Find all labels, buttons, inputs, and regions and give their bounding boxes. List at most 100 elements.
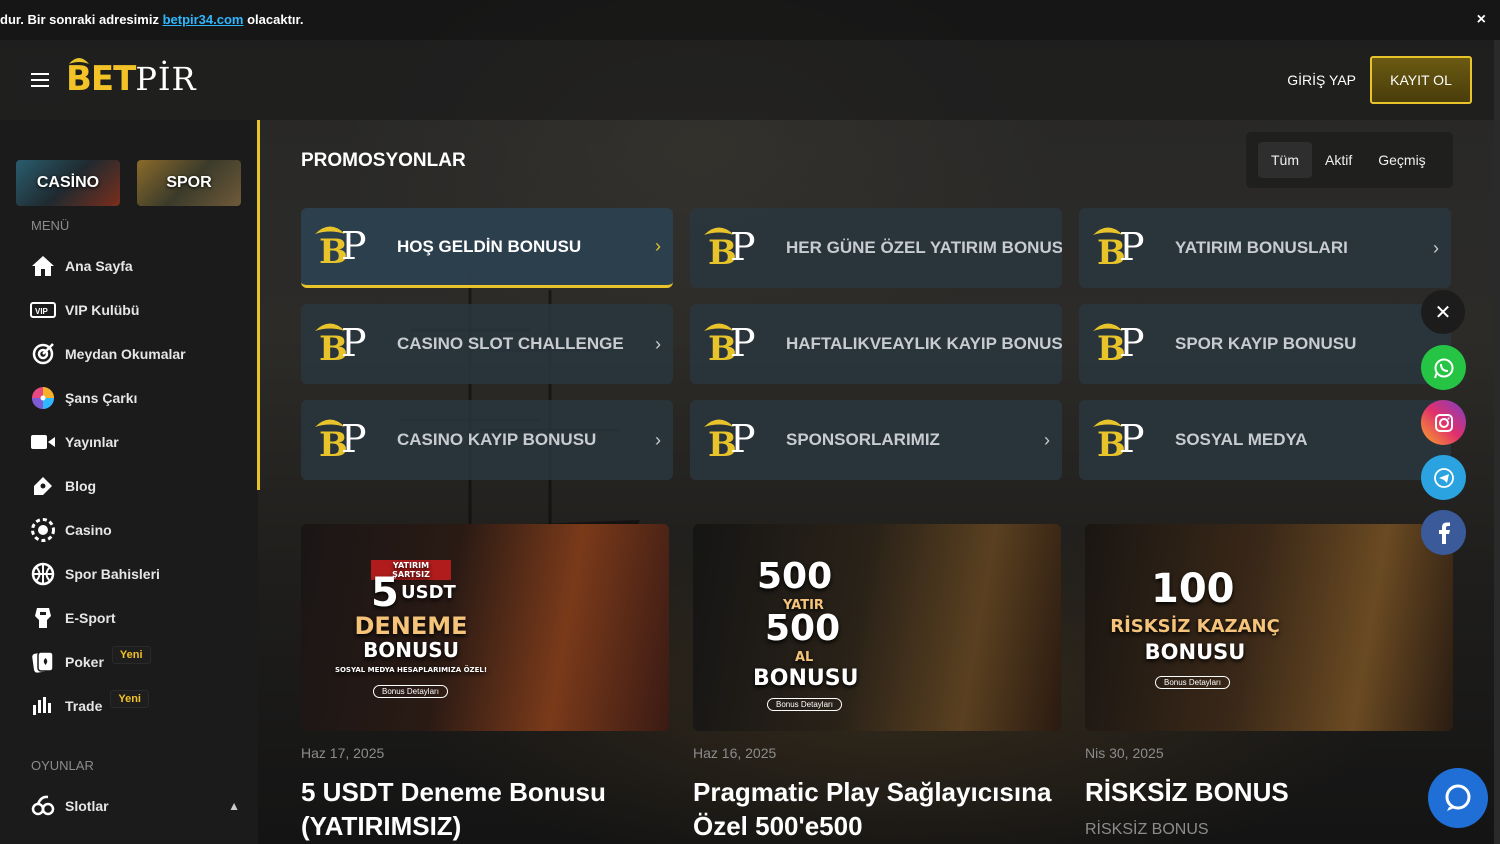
spor-tile-label: SPOR bbox=[166, 174, 212, 191]
sidebar-item-label: Blog bbox=[65, 478, 97, 494]
card-subtitle: RİSKSİZ BONUS bbox=[1085, 821, 1209, 838]
chevron-right-icon: › bbox=[1044, 429, 1050, 450]
promo-casino-slot-challenge[interactable]: BP CASINO SLOT CHALLENGE › bbox=[301, 304, 673, 384]
chevron-up-icon[interactable]: ▲ bbox=[228, 799, 240, 813]
bp-logo-icon: BP bbox=[313, 319, 383, 369]
promo-sponsorlarimiz[interactable]: BP SPONSORLARIMIZ › bbox=[690, 400, 1062, 480]
sidebar-item-blog[interactable]: Blog bbox=[30, 469, 240, 503]
sidebar-item-label: Spor Bahisleri bbox=[65, 566, 160, 582]
sidebar-item-trade[interactable]: Trade Yeni bbox=[30, 689, 240, 723]
chat-icon bbox=[1445, 784, 1471, 811]
sidebar-item-spor-bahisleri[interactable]: Spor Bahisleri bbox=[30, 557, 240, 591]
filter-aktif[interactable]: Aktif bbox=[1312, 142, 1365, 178]
promo-label: CASINO SLOT CHALLENGE bbox=[397, 334, 624, 353]
card-image-unit: USDT bbox=[401, 582, 456, 603]
bonus-card-image[interactable]: YATIRIM ŞARTSIZ 5 USDT DENEME BONUSU SOS… bbox=[301, 524, 669, 731]
promo-yatirim-bonuslari[interactable]: BP YATIRIM BONUSLARI › bbox=[1079, 208, 1451, 288]
register-button[interactable]: KAYIT OL bbox=[1370, 56, 1472, 104]
notice-text-after: olacaktır. bbox=[243, 12, 304, 27]
slot-icon bbox=[30, 793, 56, 819]
instagram-button[interactable] bbox=[1421, 400, 1466, 445]
promo-hos-geldin-bonusu[interactable]: BP HOŞ GELDİN BONUSU › bbox=[301, 208, 673, 288]
whatsapp-button[interactable] bbox=[1421, 345, 1466, 390]
bonus-card-image[interactable]: 500 YATIR 500 AL BONUSU Bonus Detayları bbox=[693, 524, 1061, 731]
bonus-details-button[interactable]: Bonus Detayları bbox=[1155, 676, 1230, 689]
bonus-details-button[interactable]: Bonus Detayları bbox=[373, 685, 448, 698]
page-title: PROMOSYONLAR bbox=[301, 150, 466, 171]
promo-label: YATIRIM BONUSLARI bbox=[1175, 238, 1348, 257]
trade-icon bbox=[30, 693, 56, 719]
bonus-card-image[interactable]: 100 RİSKSİZ KAZANÇ BONUSU Bonus Detaylar… bbox=[1085, 524, 1453, 731]
sidebar-item-ana-sayfa[interactable]: Ana Sayfa bbox=[30, 249, 240, 283]
games-section-label: OYUNLAR bbox=[31, 758, 94, 773]
notice-link[interactable]: betpir34.com bbox=[163, 12, 244, 27]
promo-sosyal-medya[interactable]: BP SOSYAL MEDYA bbox=[1079, 400, 1451, 480]
card-image-big-number: 5 bbox=[371, 570, 399, 616]
promo-label: CASINO KAYIP BONUSU bbox=[397, 430, 597, 449]
chevron-right-icon: › bbox=[655, 333, 661, 354]
sidebar-item-sans-carki[interactable]: Şans Çarkı bbox=[30, 381, 240, 415]
promo-her-gune-ozel[interactable]: BP HER GÜNE ÖZEL YATIRIM BONUSU bbox=[690, 208, 1062, 288]
promo-haftalik-aylik-kayip[interactable]: BP HAFTALIKVEAYLIK KAYIP BONUSU bbox=[690, 304, 1062, 384]
live-chat-button[interactable] bbox=[1428, 768, 1488, 828]
sidebar-item-poker[interactable]: Poker Yeni bbox=[30, 645, 240, 679]
sidebar-item-e-sport[interactable]: E-Sport bbox=[30, 601, 240, 635]
sidebar-item-label: Meydan Okumalar bbox=[65, 346, 186, 362]
social-close-button[interactable]: ✕ bbox=[1421, 290, 1465, 334]
blog-icon bbox=[30, 473, 56, 499]
bp-logo-icon: BP bbox=[702, 319, 772, 369]
casino-tile[interactable]: CASİNO bbox=[16, 160, 120, 206]
promo-filter-group: Tüm Aktif Geçmiş bbox=[1246, 132, 1453, 188]
wheel-icon bbox=[30, 385, 56, 411]
new-badge: Yeni bbox=[111, 646, 151, 664]
video-icon bbox=[30, 429, 56, 455]
sidebar-item-yayinlar[interactable]: Yayınlar bbox=[30, 425, 240, 459]
notice-bar: dur. Bir sonraki adresimiz betpir34.com … bbox=[0, 0, 1500, 40]
card-title[interactable]: Pragmatic Play Sağlayıcısına Özel 500'e5… bbox=[693, 775, 1063, 843]
card-date: Haz 16, 2025 bbox=[693, 745, 777, 761]
card-image-line: BONUSU bbox=[753, 666, 859, 691]
new-badge: Yeni bbox=[110, 690, 149, 708]
sidebar-item-vip[interactable]: VIP VIP Kulübü bbox=[30, 293, 240, 327]
telegram-button[interactable] bbox=[1421, 455, 1466, 500]
card-image-big2: 500 bbox=[765, 608, 841, 649]
card-image-big-number: 100 bbox=[1151, 566, 1235, 612]
logo[interactable]: BET PİR bbox=[66, 54, 197, 104]
page-scrollbar[interactable] bbox=[1494, 40, 1500, 844]
card-image-big1: 500 bbox=[757, 556, 833, 597]
card-date: Haz 17, 2025 bbox=[301, 745, 385, 761]
card-title[interactable]: 5 USDT Deneme Bonusu (YATIRIMSIZ) bbox=[301, 775, 671, 843]
promo-label: HER GÜNE ÖZEL YATIRIM BONUSU bbox=[786, 238, 1062, 257]
chevron-right-icon: › bbox=[655, 236, 661, 256]
bp-logo-icon: BP bbox=[702, 415, 772, 465]
filter-gecmis[interactable]: Geçmiş bbox=[1365, 142, 1438, 178]
facebook-button[interactable] bbox=[1421, 510, 1466, 555]
login-button[interactable]: GİRİŞ YAP bbox=[1287, 71, 1356, 89]
sidebar: CASİNO SPOR MENÜ Ana Sayfa VIP VIP Kulüb… bbox=[0, 120, 258, 844]
pirate-hat-icon bbox=[69, 58, 89, 64]
sidebar-item-casino[interactable]: Casino bbox=[30, 513, 240, 547]
promo-casino-kayip-bonusu[interactable]: BP CASINO KAYIP BONUSU › bbox=[301, 400, 673, 480]
bonus-details-button[interactable]: Bonus Detayları bbox=[767, 698, 842, 711]
chevron-right-icon: › bbox=[655, 429, 661, 450]
notice-text-before: dur. Bir sonraki adresimiz bbox=[0, 12, 163, 27]
sidebar-item-label: E-Sport bbox=[65, 610, 116, 626]
card-title[interactable]: RİSKSİZ BONUS bbox=[1085, 775, 1415, 809]
spor-tile[interactable]: SPOR bbox=[137, 160, 241, 206]
hamburger-menu-button[interactable] bbox=[16, 56, 64, 104]
promo-spor-kayip-bonusu[interactable]: BP SPOR KAYIP BONUSU bbox=[1079, 304, 1451, 384]
sidebar-item-label: Slotlar bbox=[65, 798, 109, 814]
bp-logo-icon: BP bbox=[1091, 319, 1161, 369]
home-icon bbox=[30, 253, 56, 279]
card-image-line1: DENEME bbox=[354, 612, 468, 640]
sidebar-item-label: VIP Kulübü bbox=[65, 302, 140, 318]
filter-tum[interactable]: Tüm bbox=[1258, 142, 1312, 178]
sidebar-item-meydan-okumalar[interactable]: Meydan Okumalar bbox=[30, 337, 240, 371]
sidebar-item-slotlar[interactable]: Slotlar ▲ bbox=[30, 789, 240, 823]
sidebar-item-label: Casino bbox=[65, 522, 112, 538]
casino-tile-label: CASİNO bbox=[36, 174, 100, 191]
sidebar-item-label: Yayınlar bbox=[65, 434, 119, 450]
notice-close-button[interactable]: × bbox=[1477, 12, 1486, 28]
instagram-icon bbox=[1434, 413, 1453, 432]
sidebar-scroll-accent bbox=[257, 120, 260, 490]
